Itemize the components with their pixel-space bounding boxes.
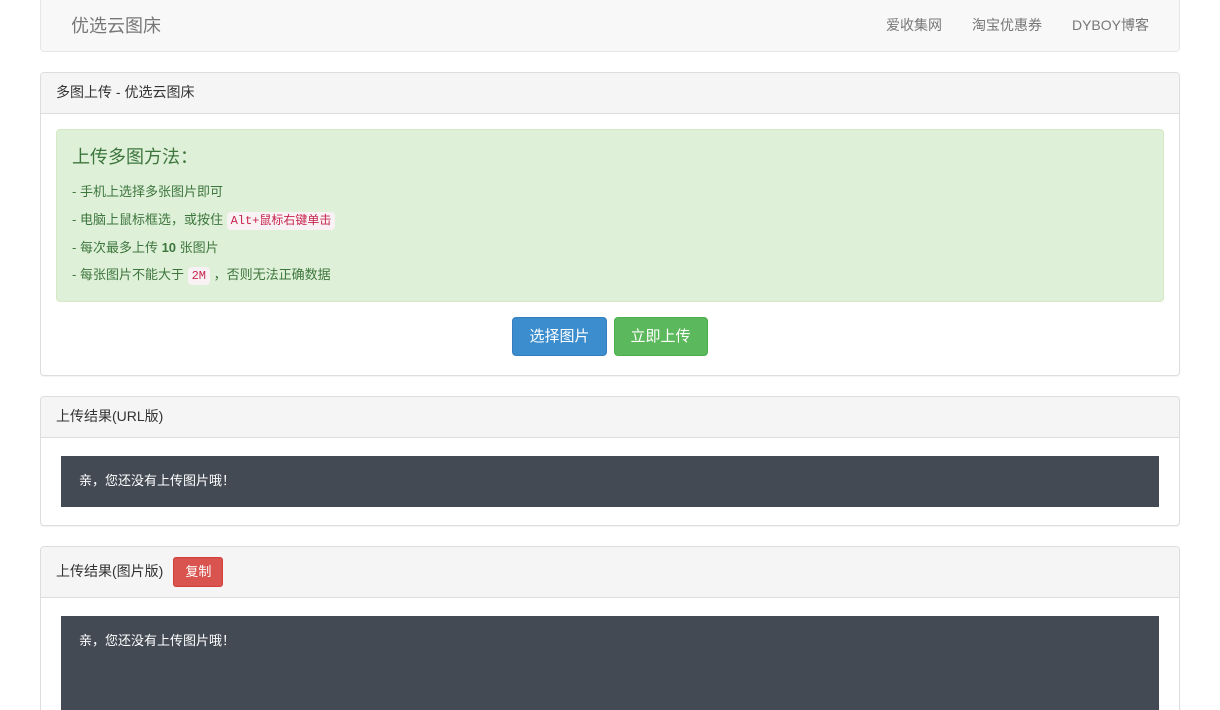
upload-instructions-alert: 上传多图方法： - 手机上选择多张图片即可 - 电脑上鼠标框选，或按住 Alt+…	[56, 129, 1164, 303]
nav-link-aishouji[interactable]: 爱收集网	[871, 0, 957, 52]
alert-line-2-text: - 电脑上鼠标框选，或按住	[72, 211, 227, 227]
nav-link-dyboy-blog[interactable]: DYBOY博客	[1057, 0, 1164, 52]
alert-line-4: - 每张图片不能大于 2M ，否则无法正确数据	[72, 261, 1148, 289]
result-url-panel-body: 亲，您还没有上传图片哦！	[41, 438, 1179, 525]
select-images-button[interactable]: 选择图片	[512, 317, 607, 357]
page-container: 优选云图床 爱收集网 淘宝优惠券 DYBOY博客 多图上传 - 优选云图床 上传…	[0, 0, 1220, 710]
alert-line-3: - 每次最多上传 10 张图片	[72, 234, 1148, 262]
navbar-links: 爱收集网 淘宝优惠券 DYBOY博客	[871, 0, 1164, 52]
alert-line-4-prefix: - 每张图片不能大于	[72, 267, 188, 283]
result-url-panel-heading: 上传结果(URL版)	[41, 397, 1179, 439]
result-image-output[interactable]: 亲，您还没有上传图片哦！	[61, 615, 1159, 710]
upload-panel: 多图上传 - 优选云图床 上传多图方法： - 手机上选择多张图片即可 - 电脑上…	[40, 72, 1180, 377]
result-url-output[interactable]: 亲，您还没有上传图片哦！	[61, 456, 1159, 507]
max-size-code: 2M	[187, 267, 210, 286]
alt-rightclick-code: Alt+鼠标右键单击	[226, 211, 336, 230]
alert-line-4-suffix: ，否则无法正确数据	[209, 267, 331, 283]
upload-now-button[interactable]: 立即上传	[613, 317, 708, 357]
nav-link-taobao-coupon[interactable]: 淘宝优惠券	[957, 0, 1057, 52]
max-count-value: 10	[161, 239, 177, 255]
nav-item: 爱收集网	[871, 0, 957, 52]
nav-item: 淘宝优惠券	[957, 0, 1057, 52]
result-image-panel: 上传结果(图片版) 复制 亲，您还没有上传图片哦！	[40, 545, 1180, 710]
top-navbar: 优选云图床 爱收集网 淘宝优惠券 DYBOY博客	[40, 0, 1180, 52]
upload-panel-title: 多图上传 - 优选云图床	[56, 84, 195, 100]
upload-panel-body: 上传多图方法： - 手机上选择多张图片即可 - 电脑上鼠标框选，或按住 Alt+…	[41, 114, 1179, 375]
upload-button-row: 选择图片 立即上传	[56, 302, 1164, 360]
result-image-panel-body: 亲，您还没有上传图片哦！	[41, 598, 1179, 710]
copy-button[interactable]: 复制	[173, 556, 224, 587]
alert-line-2: - 电脑上鼠标框选，或按住 Alt+鼠标右键单击	[72, 206, 1148, 234]
result-url-panel-title: 上传结果(URL版)	[56, 408, 164, 425]
result-url-panel: 上传结果(URL版) 亲，您还没有上传图片哦！	[40, 396, 1180, 526]
alert-line-1: - 手机上选择多张图片即可	[72, 184, 223, 200]
alert-line-3-suffix: 张图片	[176, 239, 219, 255]
alert-title: 上传多图方法：	[72, 147, 198, 167]
navbar-brand[interactable]: 优选云图床	[56, 16, 176, 36]
upload-panel-heading: 多图上传 - 优选云图床	[41, 73, 1179, 114]
alert-line-3-prefix: - 每次最多上传	[72, 239, 162, 255]
result-image-panel-heading: 上传结果(图片版) 复制	[41, 546, 1179, 598]
result-image-panel-title: 上传结果(图片版)	[56, 562, 164, 579]
nav-item: DYBOY博客	[1057, 0, 1164, 52]
